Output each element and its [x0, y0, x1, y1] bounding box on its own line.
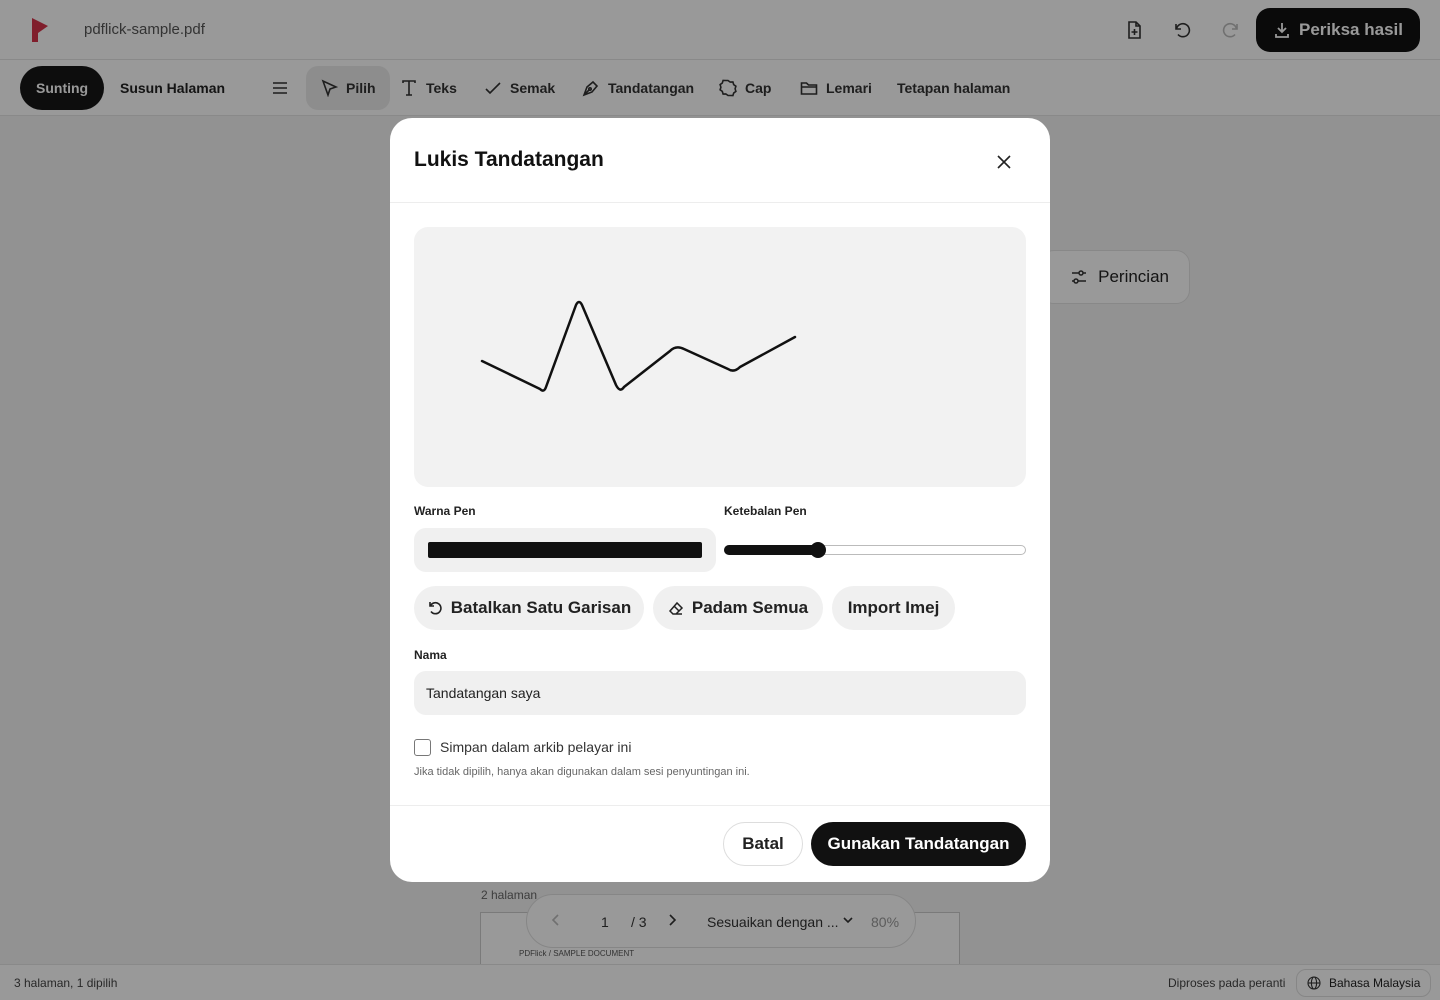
- eraser-icon: [668, 601, 683, 615]
- save-to-browser-checkbox[interactable]: [414, 739, 431, 756]
- clear-all-label: Padam Semua: [691, 598, 809, 617]
- signature-stroke: [480, 300, 797, 392]
- dialog-title: Lukis Tandatangan: [414, 148, 604, 171]
- slider-fill: [724, 545, 818, 555]
- undo-stroke-label: Batalkan Satu Garisan: [450, 598, 632, 617]
- dialog-footer: Batal Gunakan Tandatangan: [390, 805, 1050, 882]
- draw-signature-dialog: Lukis Tandatangan Warna Pen Ketebalan Pe…: [390, 118, 1050, 882]
- signature-canvas[interactable]: [414, 227, 1026, 487]
- import-image-button[interactable]: Import Imej: [832, 586, 955, 630]
- name-label: Nama: [414, 648, 447, 662]
- undo-icon: [428, 601, 442, 615]
- dialog-header: Lukis Tandatangan: [390, 118, 1050, 203]
- pen-color-label: Warna Pen: [414, 504, 476, 518]
- import-image-label: Import Imej: [847, 598, 940, 617]
- slider-thumb[interactable]: [809, 542, 826, 558]
- pen-width-label: Ketebalan Pen: [724, 504, 807, 518]
- signature-name-input[interactable]: [414, 671, 1026, 715]
- pen-color-picker[interactable]: [414, 528, 716, 572]
- pen-color-swatch: [428, 542, 702, 558]
- cancel-button[interactable]: Batal: [723, 822, 803, 866]
- save-to-browser-label[interactable]: Simpan dalam arkib pelayar ini: [440, 739, 631, 755]
- save-hint: Jika tidak dipilih, hanya akan digunakan…: [414, 766, 750, 778]
- undo-stroke-button[interactable]: Batalkan Satu Garisan: [414, 586, 644, 630]
- clear-all-button[interactable]: Padam Semua: [653, 586, 823, 630]
- pen-width-slider[interactable]: [724, 539, 1026, 561]
- close-button[interactable]: [990, 148, 1018, 176]
- close-icon: [997, 155, 1011, 169]
- use-signature-button[interactable]: Gunakan Tandatangan: [811, 822, 1026, 866]
